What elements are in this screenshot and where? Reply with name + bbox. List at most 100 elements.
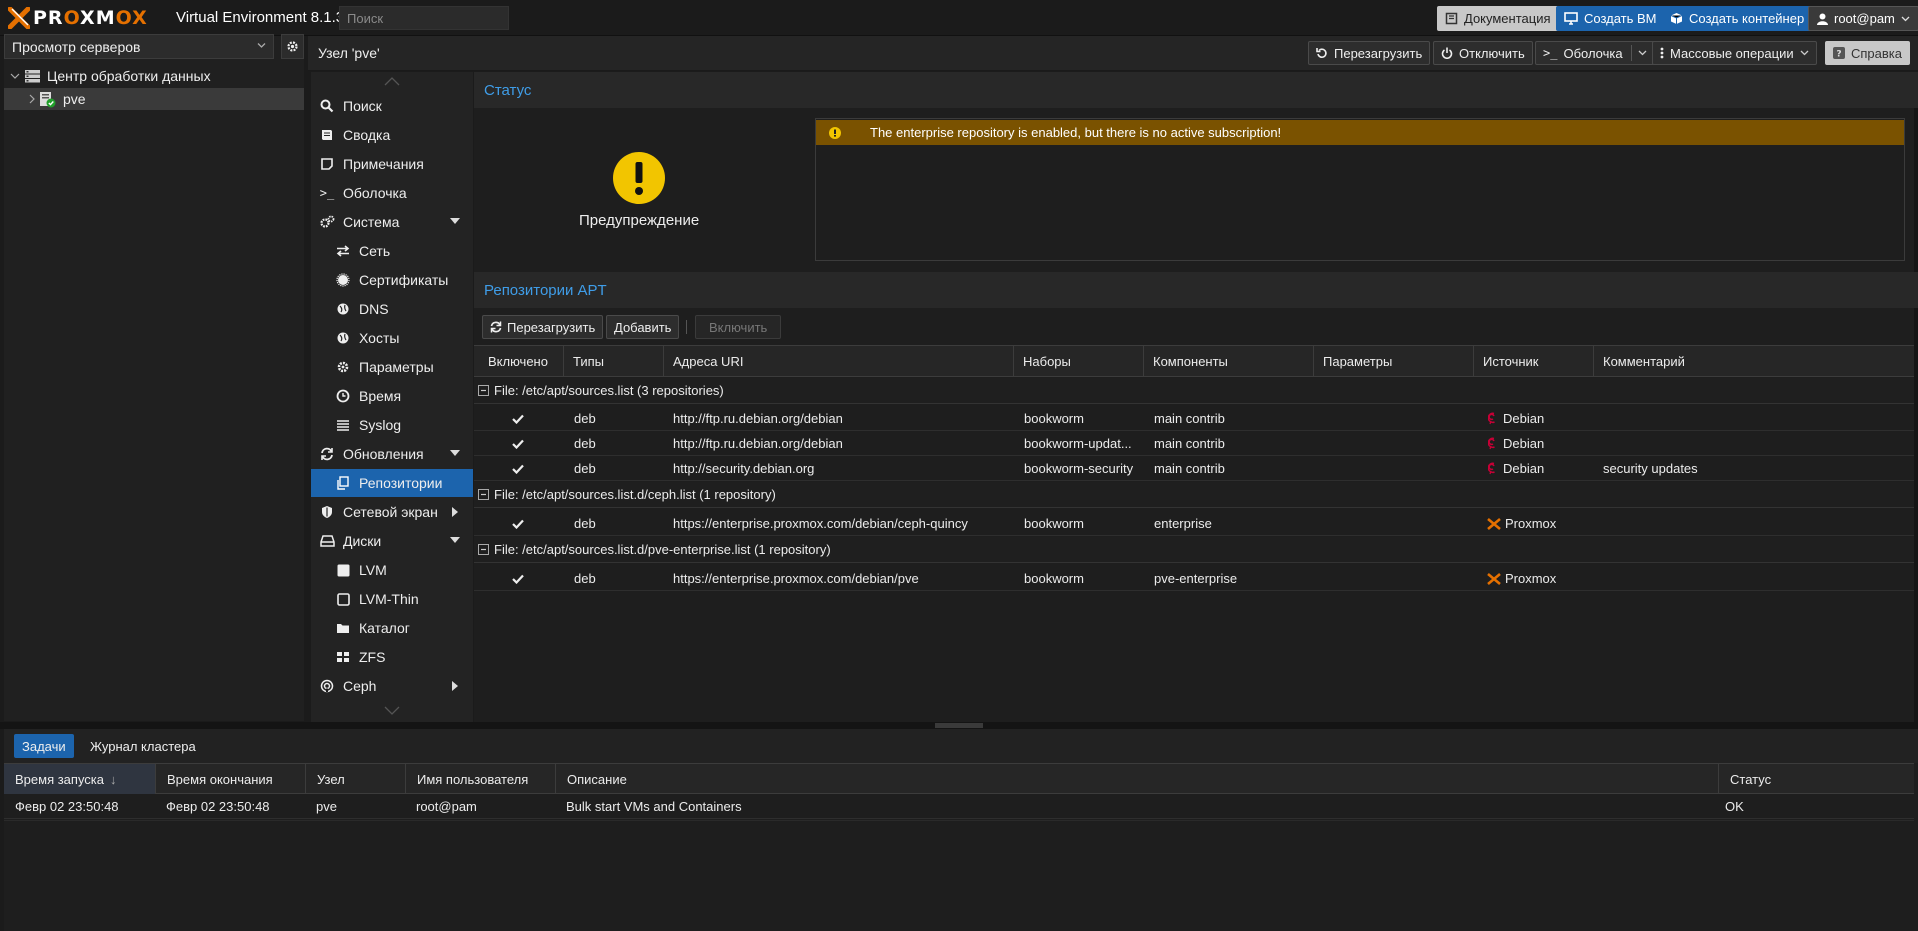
col-username[interactable]: Имя пользователя	[406, 764, 556, 794]
caret-down-icon	[450, 218, 460, 224]
bulk-actions-button[interactable]: Массовые операции	[1652, 41, 1817, 65]
shutdown-label: Отключить	[1459, 45, 1525, 61]
col-origin[interactable]: Источник	[1474, 346, 1594, 377]
status-section-title: Статус	[474, 72, 1918, 108]
help-button[interactable]: ? Справка	[1825, 41, 1910, 65]
terminal-icon: >_	[1543, 46, 1558, 60]
splitter-handle[interactable]	[935, 723, 983, 728]
nav-hosts[interactable]: Хосты	[311, 324, 473, 352]
enabled-check-icon[interactable]	[512, 406, 524, 431]
enabled-check-icon[interactable]	[512, 511, 524, 536]
tree-item-pve[interactable]: pve	[4, 88, 304, 110]
enabled-check-icon[interactable]	[512, 456, 524, 481]
nav-scroll-up-icon[interactable]	[384, 77, 400, 86]
col-end-time[interactable]: Время окончания	[156, 764, 306, 794]
nav-firewall[interactable]: Сетевой экран	[311, 498, 473, 526]
page-title: Узел 'pve'	[318, 45, 380, 61]
app-version: Virtual Environment 8.1.3	[176, 9, 345, 26]
tab-cluster-log[interactable]: Журнал кластера	[82, 734, 204, 758]
enabled-check-icon[interactable]	[512, 566, 524, 591]
create-vm-button[interactable]: Создать ВМ	[1556, 6, 1665, 31]
nav-shell[interactable]: >_ Оболочка	[311, 179, 473, 207]
subscription-warning-text: The enterprise repository is enabled, bu…	[870, 125, 1282, 140]
repo-origin: Debian	[1488, 431, 1544, 456]
nav-disks[interactable]: Диски	[311, 527, 473, 555]
nav-options[interactable]: Параметры	[311, 353, 473, 381]
search-input[interactable]	[339, 6, 509, 30]
exclamation-circle-icon	[829, 126, 841, 139]
nav-label: Каталог	[359, 620, 410, 636]
cube-icon	[1670, 13, 1683, 24]
repo-group-sources-list[interactable]: File: /etc/apt/sources.list (3 repositor…	[474, 378, 1914, 404]
nav-directory[interactable]: Каталог	[311, 614, 473, 642]
task-row[interactable]: Февр 02 23:50:48 Февр 02 23:50:48 pve ro…	[4, 794, 1914, 819]
col-start-time[interactable]: Время запуска ↓	[4, 764, 156, 794]
col-uris[interactable]: Адреса URI	[664, 346, 1014, 377]
repo-group-ceph-list[interactable]: File: /etc/apt/sources.list.d/ceph.list …	[474, 482, 1914, 508]
files-icon	[335, 475, 351, 491]
col-enabled[interactable]: Включено	[474, 346, 564, 377]
repo-row[interactable]: deb http://ftp.ru.debian.org/debian book…	[474, 431, 1914, 456]
repo-row[interactable]: deb https://enterprise.proxmox.com/debia…	[474, 511, 1914, 536]
nav-scroll-down-icon[interactable]	[384, 706, 400, 715]
enabled-check-icon[interactable]	[512, 431, 524, 456]
question-icon: ?	[1833, 47, 1845, 59]
nav-zfs[interactable]: ZFS	[311, 643, 473, 671]
col-options[interactable]: Параметры	[1314, 346, 1474, 377]
caret-right-icon	[452, 681, 458, 691]
tasks-grid-header: Время запуска ↓ Время окончания Узел Имя …	[4, 763, 1914, 794]
col-status[interactable]: Статус	[1719, 764, 1914, 794]
repo-row[interactable]: deb http://security.debian.org bookworm-…	[474, 456, 1914, 481]
col-node[interactable]: Узел	[306, 764, 406, 794]
proxmox-x-icon	[8, 7, 30, 29]
server-view-select[interactable]: Просмотр серверов	[4, 34, 274, 59]
repos-add-label: Добавить	[614, 319, 672, 335]
col-components[interactable]: Компоненты	[1144, 346, 1314, 377]
repo-row[interactable]: deb https://enterprise.proxmox.com/debia…	[474, 566, 1914, 591]
create-ct-button[interactable]: Создать контейнер	[1662, 6, 1813, 31]
col-suites[interactable]: Наборы	[1014, 346, 1144, 377]
nav-dns[interactable]: DNS	[311, 295, 473, 323]
gear-icon	[287, 41, 298, 52]
nav-search[interactable]: Поиск	[311, 92, 473, 120]
repo-row[interactable]: deb http://ftp.ru.debian.org/debian book…	[474, 406, 1914, 431]
nav-updates[interactable]: Обновления	[311, 440, 473, 468]
repos-add-button[interactable]: Добавить	[606, 315, 680, 339]
col-description[interactable]: Описание	[556, 764, 1719, 794]
nav-certificates[interactable]: Сертификаты	[311, 266, 473, 294]
ceph-icon	[319, 678, 335, 694]
shutdown-button[interactable]: Отключить	[1433, 41, 1533, 65]
tree-settings-button[interactable]	[281, 34, 304, 59]
reboot-button[interactable]: Перезагрузить	[1308, 41, 1431, 65]
repo-uri: http://security.debian.org	[673, 461, 815, 476]
tab-tasks[interactable]: Задачи	[14, 734, 74, 758]
user-menu-button[interactable]: root@pam	[1808, 6, 1918, 31]
hdd-icon	[319, 533, 335, 549]
documentation-button[interactable]: Документация	[1437, 6, 1559, 31]
tree-item-datacenter[interactable]: Центр обработки данных	[4, 65, 304, 87]
repo-group-pve-enterprise[interactable]: File: /etc/apt/sources.list.d/pve-enterp…	[474, 537, 1914, 563]
nav-ceph[interactable]: Ceph	[311, 672, 473, 700]
globe-icon	[335, 330, 351, 346]
repos-reload-button[interactable]: Перезагрузить	[482, 315, 604, 339]
nav-network[interactable]: Сеть	[311, 237, 473, 265]
log-tab-bar	[4, 729, 1918, 763]
nav-repositories[interactable]: Репозитории	[311, 469, 473, 497]
debian-logo-icon	[1488, 412, 1495, 425]
nav-lvm-thin[interactable]: LVM-Thin	[311, 585, 473, 613]
col-comment[interactable]: Комментарий	[1594, 346, 1914, 377]
nav-time[interactable]: Время	[311, 382, 473, 410]
nav-notes[interactable]: Примечания	[311, 150, 473, 178]
repo-type: deb	[574, 411, 596, 426]
col-types[interactable]: Типы	[564, 346, 664, 377]
subscription-warning-bar: The enterprise repository is enabled, bu…	[816, 120, 1904, 145]
nav-lvm[interactable]: LVM	[311, 556, 473, 584]
repos-enable-button[interactable]: Включить	[695, 315, 782, 339]
nav-summary[interactable]: Сводка	[311, 121, 473, 149]
nav-label: Оболочка	[343, 185, 407, 201]
collapse-icon	[478, 489, 489, 500]
nav-system[interactable]: Система	[311, 208, 473, 236]
content-scrollbar[interactable]	[1914, 72, 1918, 722]
shell-button[interactable]: >_ Оболочка	[1535, 41, 1655, 65]
nav-syslog[interactable]: Syslog	[311, 411, 473, 439]
